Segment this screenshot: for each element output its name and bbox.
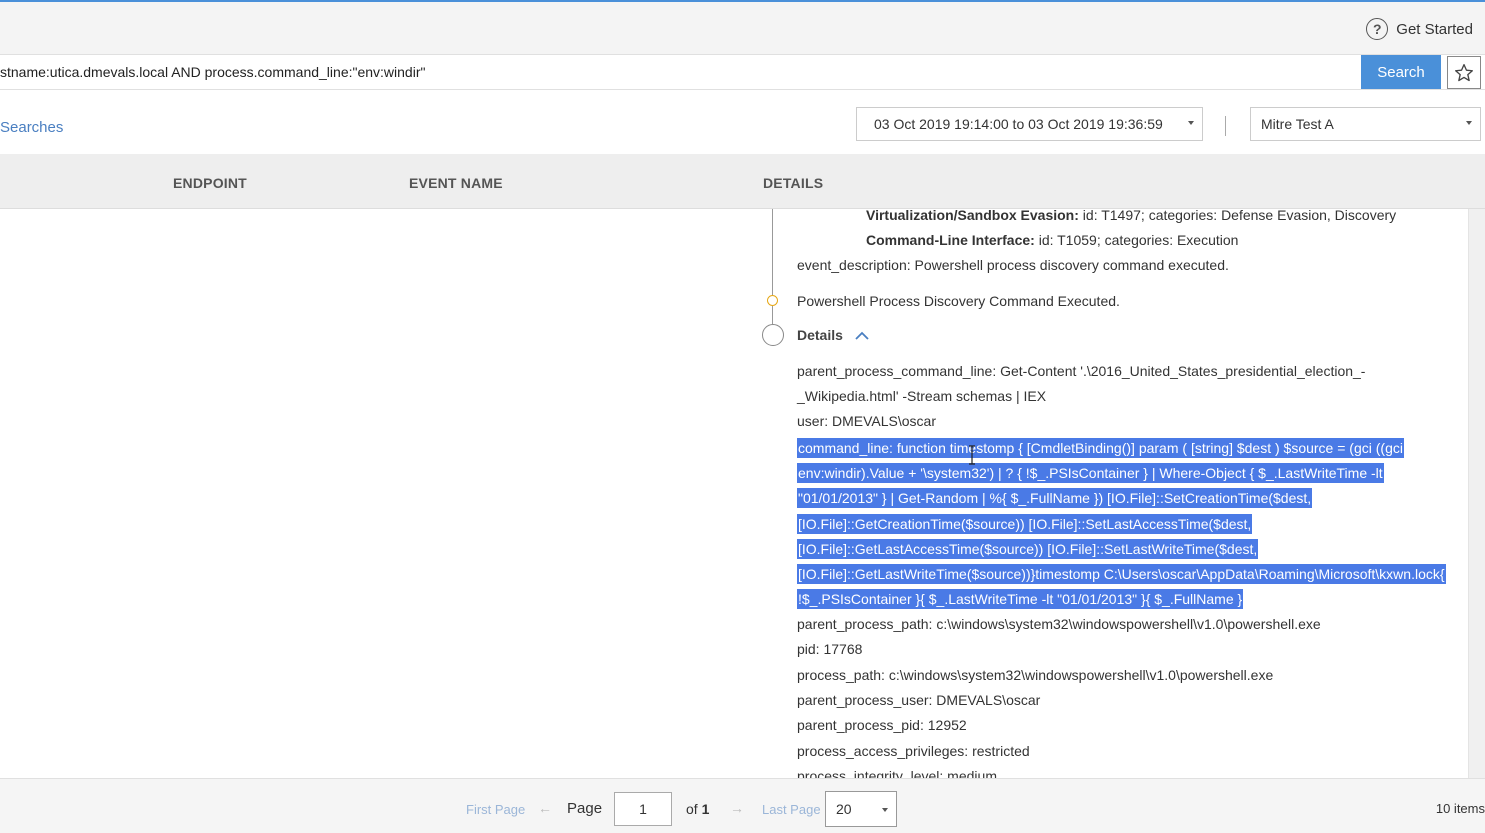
- command-line-text: [IO.File]::GetLastWriteTime($source))}ti…: [797, 564, 1446, 585]
- technique-info: id: T1059; categories: Execution: [1034, 232, 1239, 248]
- command-line-text: env:windir).Value + '\system32') | ? { !…: [797, 463, 1384, 484]
- command-line-text: !$_.PSIsContainer }{ $_.LastWriteTime -l…: [797, 589, 1244, 610]
- total-pages: 1: [701, 801, 710, 817]
- technique-name: Command-Line Interface:: [866, 232, 1035, 248]
- page-label: Page: [567, 800, 603, 817]
- top-bar: ? Get Started: [0, 2, 1485, 54]
- technique-info: id: T1497; categories: Defense Evasion, …: [1078, 209, 1397, 223]
- command-line-text: [IO.File]::GetLastAccessTime($source)) […: [797, 538, 1259, 559]
- search-button[interactable]: Search: [1361, 55, 1441, 89]
- technique-row: Command-Line Interface: id: T1059; categ…: [866, 232, 1238, 248]
- field-pid: pid: 17768: [797, 641, 863, 657]
- technique-row: Virtualization/Sandbox Evasion: id: T149…: [866, 209, 1396, 223]
- command-line-text: [IO.File]::GetCreationTime($source)) [IO…: [797, 513, 1253, 534]
- chevron-up-icon: [855, 332, 869, 340]
- get-started-label: Get Started: [1396, 20, 1473, 38]
- divider: [1225, 116, 1226, 136]
- help-icon: ?: [1366, 18, 1389, 40]
- field-parent-process-command-line-cont: _Wikipedia.html' -Stream schemas | IEX: [797, 388, 1047, 404]
- date-range-value: 03 Oct 2019 19:14:00 to 03 Oct 2019 19:3…: [874, 116, 1163, 132]
- details-title: Details: [797, 327, 843, 343]
- page-size-value: 20: [836, 801, 852, 817]
- date-range-picker[interactable]: 03 Oct 2019 19:14:00 to 03 Oct 2019 19:3…: [856, 107, 1203, 141]
- tenant-value: Mitre Test A: [1261, 116, 1334, 132]
- field-parent-process-user: parent_process_user: DMEVALS\oscar: [797, 692, 1041, 708]
- column-header-event-name[interactable]: EVENT NAME: [409, 175, 503, 191]
- tenant-select[interactable]: Mitre Test A: [1250, 107, 1481, 141]
- event-description: event_description: Powershell process di…: [797, 257, 1229, 273]
- field-process-path: process_path: c:\windows\system32\window…: [797, 667, 1274, 683]
- command-line-text: command_line: function timestomp { [Cmdl…: [797, 438, 1404, 458]
- vertical-scrollbar[interactable]: [1468, 209, 1485, 778]
- next-arrow-icon[interactable]: →: [730, 800, 744, 816]
- column-header-endpoint[interactable]: ENDPOINT: [173, 175, 247, 191]
- caret-down-icon: [1188, 121, 1194, 125]
- field-process-access-privileges: process_access_privileges: restricted: [797, 743, 1030, 759]
- timeline-details-circle[interactable]: [762, 324, 784, 346]
- of-label: of: [686, 801, 698, 817]
- first-page-link[interactable]: First Page: [466, 802, 525, 817]
- caret-down-icon: [882, 808, 888, 812]
- command-line-text: "01/01/2013" } | Get-Random | %{ $_.Full…: [797, 488, 1313, 509]
- searches-link[interactable]: Searches: [0, 119, 63, 136]
- last-page-link[interactable]: Last Page: [762, 802, 821, 817]
- field-parent-process-path: parent_process_path: c:\windows\system32…: [797, 616, 1321, 632]
- caret-down-icon: [1466, 121, 1472, 125]
- field-process-integrity-level: process_integrity_level: medium: [797, 768, 997, 778]
- field-user: user: DMEVALS\oscar: [797, 413, 937, 429]
- prev-arrow-icon[interactable]: ←: [538, 800, 552, 816]
- items-count: 10 items: [1435, 801, 1485, 816]
- text-cursor-icon: [969, 445, 975, 465]
- get-started-button[interactable]: ? Get Started: [1366, 18, 1473, 40]
- details-toggle[interactable]: Details: [797, 327, 869, 343]
- timeline-line: [772, 306, 773, 324]
- pagination-bar: First Page ← Page of 1 → Last Page 20 10…: [0, 778, 1485, 833]
- field-command-line-selected[interactable]: command_line: function timestomp { [Cmdl…: [797, 436, 1457, 612]
- page-size-select[interactable]: 20: [825, 791, 897, 827]
- query-input[interactable]: [0, 55, 1360, 89]
- page-number-input[interactable]: [614, 792, 672, 826]
- filter-bar: Searches 03 Oct 2019 19:14:00 to 03 Oct …: [0, 90, 1485, 154]
- favorite-button[interactable]: [1447, 56, 1481, 89]
- technique-name: Virtualization/Sandbox Evasion:: [866, 209, 1079, 223]
- page-total: of 1: [686, 801, 709, 817]
- timeline-event-dot: [767, 295, 778, 306]
- event-title: Powershell Process Discovery Command Exe…: [797, 293, 1120, 309]
- column-header-details[interactable]: DETAILS: [763, 175, 823, 191]
- table-header: ENDPOINT EVENT NAME DETAILS: [0, 154, 1485, 209]
- star-icon: [1455, 63, 1473, 81]
- field-parent-process-pid: parent_process_pid: 12952: [797, 717, 967, 733]
- query-bar: Search: [0, 54, 1485, 90]
- timeline-line: [772, 209, 773, 295]
- field-parent-process-command-line: parent_process_command_line: Get-Content…: [797, 363, 1366, 379]
- details-panel[interactable]: Virtualization/Sandbox Evasion: id: T149…: [0, 209, 1468, 778]
